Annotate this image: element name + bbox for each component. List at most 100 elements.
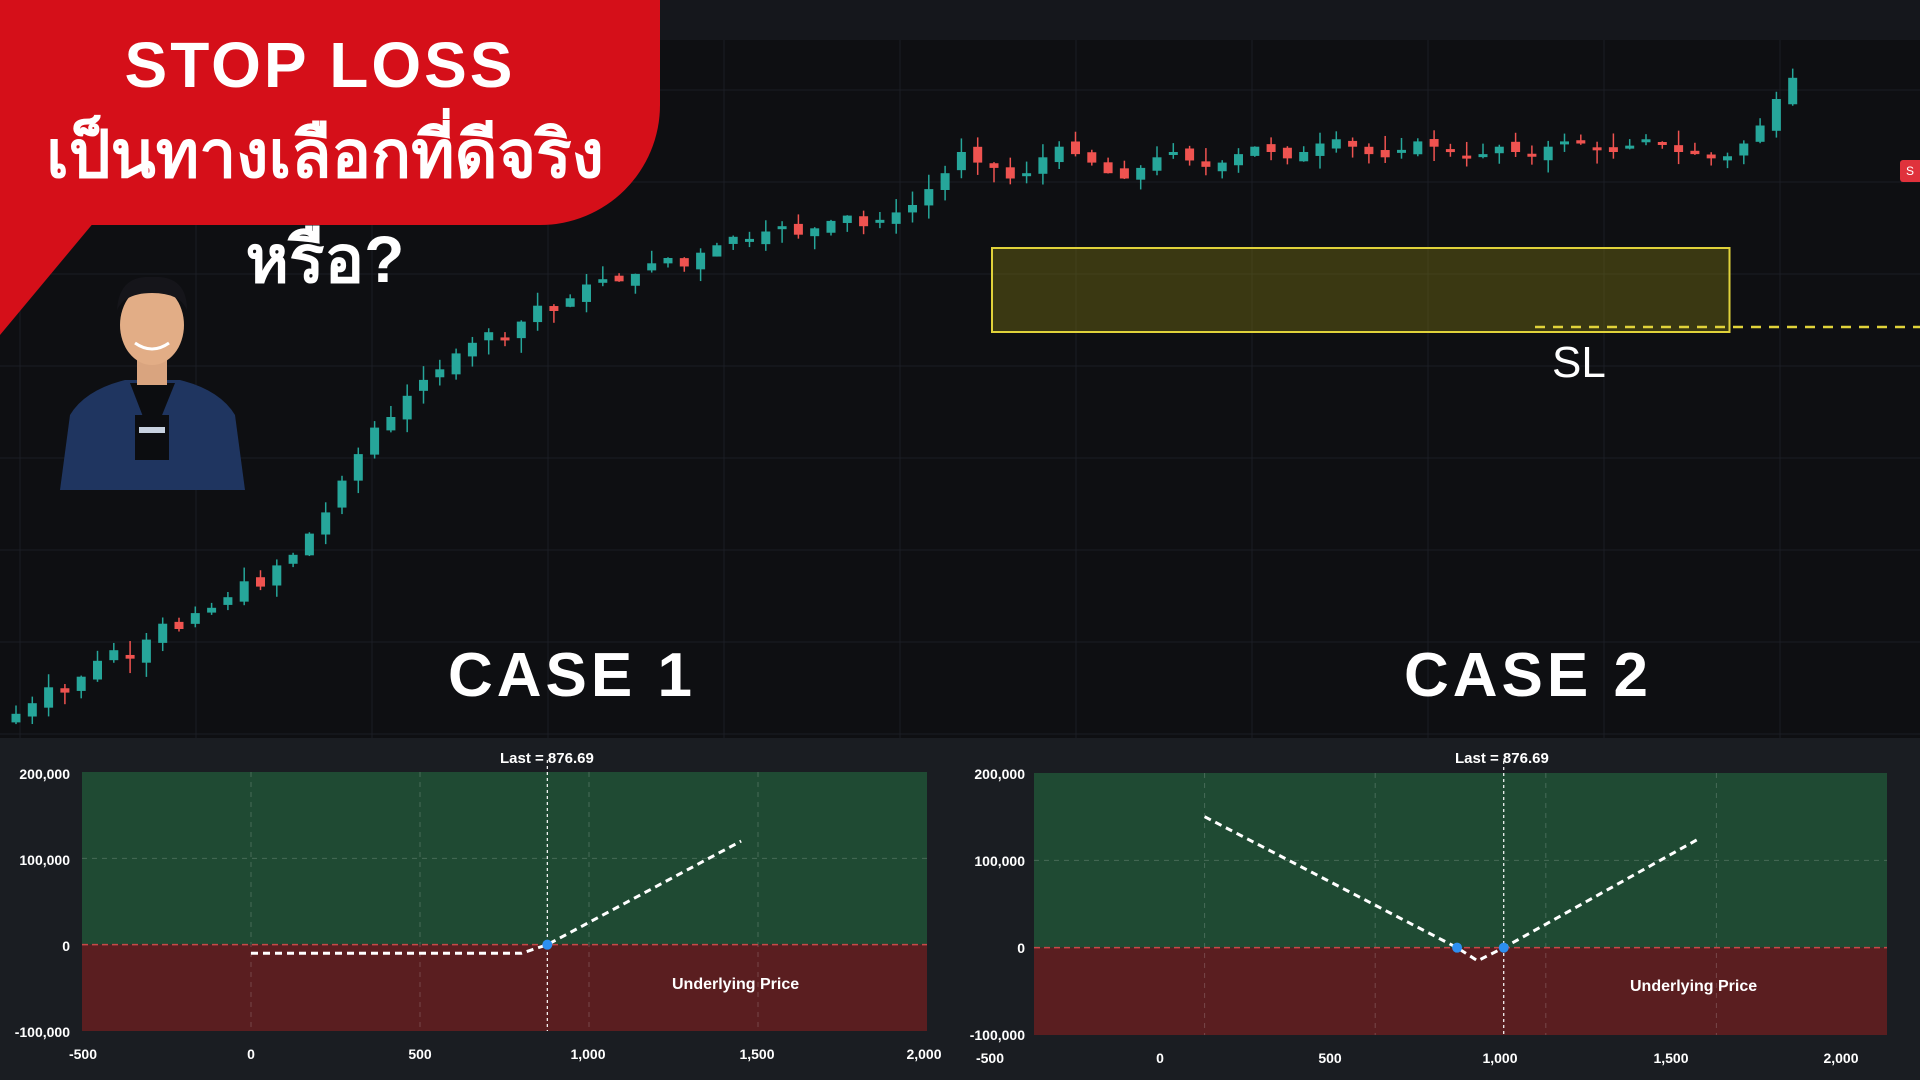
candle-body [353,454,363,481]
candle-body [158,623,168,643]
x-tick-label: 0 [1156,1050,1164,1066]
candle-body [44,687,54,708]
candle-body [842,215,852,223]
candle-body [679,258,689,267]
candle-body [1413,141,1423,155]
candle-body [1674,145,1684,152]
stop-loss-label: SL [1552,338,1606,387]
y-tick-label: -100,000 [969,1027,1025,1043]
candle-body [1185,148,1195,161]
candle-body [1657,141,1667,145]
candle-body [875,219,885,223]
x-tick-label: 500 [1318,1050,1342,1066]
candle-body [1234,154,1243,166]
candle-body [1331,139,1341,149]
x-tick-label: 1,500 [1653,1050,1689,1066]
breakeven-marker [1498,942,1509,953]
candle-body [1054,146,1064,163]
candle-body [1168,152,1178,155]
candle-body [712,245,722,257]
candle-body [419,379,428,391]
candle-body [1380,150,1390,158]
candle-body [337,480,347,508]
candle-body [239,581,249,602]
consolidation-range-box [991,247,1731,333]
case1-label: CASE 1 [448,641,696,710]
candle-body [956,152,966,171]
candle-body [745,238,754,242]
candle-body [1511,141,1521,152]
case2-label: CASE 2 [1404,641,1652,710]
title-speech-bubble: STOP LOSS เป็นทางเลือกที่ดีจริงหรือ? [0,0,660,296]
payoff-chart-case1: Last = 876.69 200,000 100,000 0 -100,000… [0,738,955,1080]
candle-body [1723,156,1732,161]
last-price-label-case1: Last = 876.69 [500,750,594,767]
candle-body [272,565,282,586]
candle-body [1397,149,1406,153]
x-tick-label: 1,000 [1482,1050,1518,1066]
candle-body [370,427,380,455]
x-tick-label: 2,000 [1823,1050,1859,1066]
y-tick-label: 200,000 [19,766,70,782]
candle-body [1071,141,1080,155]
candle-body [1103,162,1113,174]
candle-body [1201,161,1211,167]
candle-body [1641,139,1651,143]
candle-body [859,216,869,227]
candle-body [484,332,494,341]
loss-zone [1034,947,1887,1035]
candle-body [777,226,787,230]
candle-body [93,660,102,680]
candle-body [1625,145,1635,149]
candle-body [223,597,233,605]
candle-body [1087,152,1097,163]
underlying-price-label-case1: Underlying Price [672,976,800,993]
candle-body [27,703,37,717]
candle-body [989,163,999,168]
breakeven-marker [542,939,553,950]
candle-body [76,676,86,691]
candle-body [973,146,983,163]
candle-body [1755,125,1765,142]
loss-zone [82,944,927,1031]
candle-body [826,220,836,233]
payoff-plot-case2 [1034,761,1887,1035]
candle-body [1576,140,1586,144]
candle-body [1478,154,1488,158]
candle-body [1592,147,1602,151]
candle-body [190,613,200,624]
candle-body [1690,150,1700,155]
candle-body [1022,173,1032,177]
y-tick-label: -100,000 [14,1024,70,1040]
candle-body [1560,141,1569,145]
candle-body [1136,167,1146,180]
y-tick-label: 200,000 [974,766,1025,782]
price-edge-badge: S [1900,160,1920,182]
candle-body [1706,154,1716,159]
candle-body [1348,140,1358,147]
candle-body [207,607,217,613]
underlying-price-label-case2: Underlying Price [1630,978,1758,995]
candle-body [1527,153,1537,157]
candle-body [1739,143,1749,156]
candle-body [793,223,803,235]
candle-body [1315,143,1325,156]
candle-body [663,258,673,264]
candle-body [1608,147,1618,152]
candle-body [435,369,445,378]
candle-body [1152,157,1162,171]
candle-body [1494,146,1504,154]
candle-body [1266,144,1276,152]
candle-body [1005,167,1015,179]
candle-body [386,417,396,431]
profit-zone [1034,773,1887,948]
candle-body [11,713,21,723]
y-tick-label: 100,000 [19,852,70,868]
presenter-avatar [60,276,245,490]
candle-body [908,205,917,213]
candle-body [141,639,151,663]
payoff-chart-case2: Last = 876.69 200,000 100,000 0 -100,000… [955,738,1920,1080]
candle-body [1282,147,1292,159]
y-tick-label: 0 [1017,940,1025,956]
candle-body [1038,157,1048,174]
